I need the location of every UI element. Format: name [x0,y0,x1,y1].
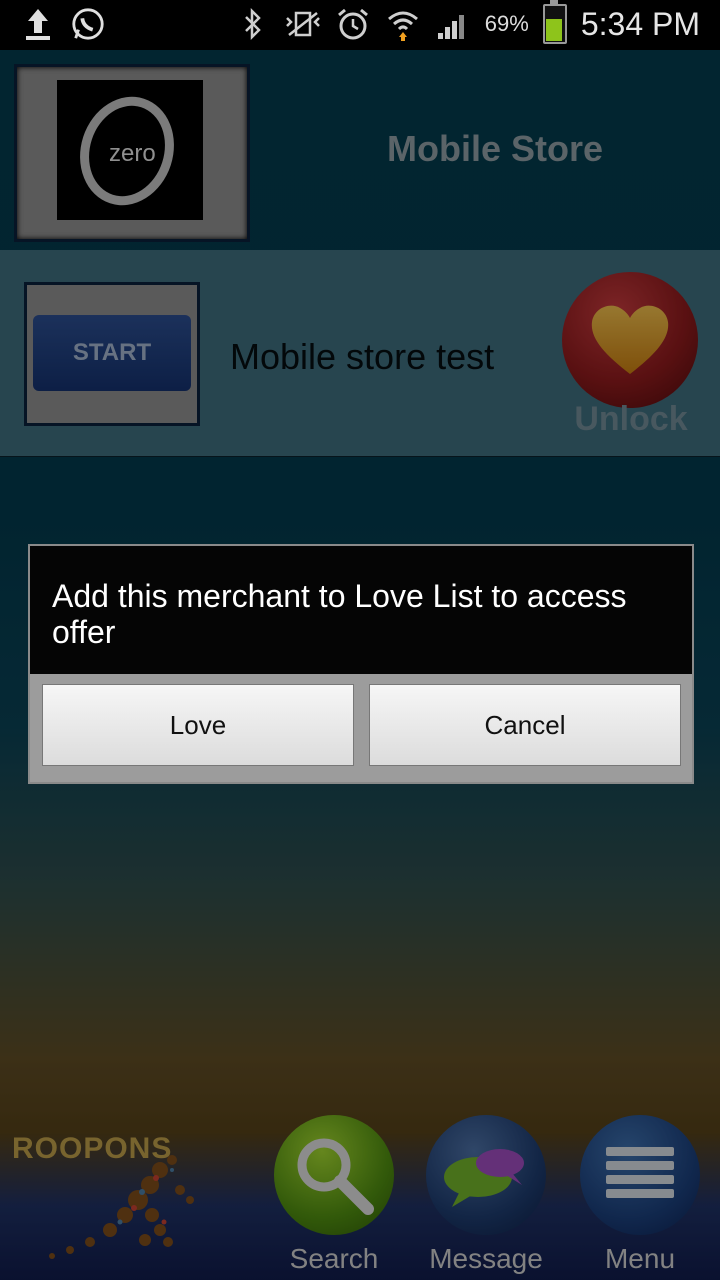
alarm-icon [335,6,371,42]
merchant-logo[interactable]: zero [14,64,250,242]
menu-lines-icon [606,1147,674,1198]
menu-ball [580,1115,700,1235]
message-label[interactable]: Message [406,1243,566,1275]
menu-label[interactable]: Menu [560,1243,720,1275]
message-ball [426,1115,546,1235]
status-bar: 69% 5:34 PM [0,0,720,50]
clock: 5:34 PM [580,5,700,42]
search-label[interactable]: Search [254,1243,414,1275]
search-nav-button[interactable]: Search [274,1115,394,1275]
magnifier-icon [297,1138,374,1215]
love-list-dialog: Add this merchant to Love List to access… [28,544,694,784]
whatsapp-icon [70,6,106,42]
upload-icon [20,6,56,42]
offer-title: Mobile store test [230,336,495,377]
dialog-button-bar: Love Cancel [30,674,692,782]
battery-icon [542,0,567,44]
dialog-message: Add this merchant to Love List to access… [52,578,627,650]
heart-icon [591,305,669,374]
message-nav-button[interactable]: Message [426,1115,546,1275]
bottom-nav: ROOPONS Search Message Menu [0,1110,720,1280]
logo-text: zero [107,140,158,168]
store-title: Mobile Store [386,128,604,169]
battery-fill [545,19,562,41]
start-button[interactable]: START [33,315,191,391]
merchant-header: zero Mobile Store [0,50,720,250]
bluetooth-icon [235,6,271,42]
cancel-button[interactable]: Cancel [369,684,681,766]
logo-image: zero [57,80,203,220]
unlock-label[interactable]: Unlock [566,400,696,439]
signal-icon [435,6,471,42]
speech-bubbles-icon [444,1149,524,1207]
love-button[interactable]: Love [42,684,354,766]
menu-nav-button[interactable]: Menu [580,1115,700,1275]
search-ball [274,1115,394,1235]
start-frame: START [24,282,200,426]
dialog-message-area: Add this merchant to Love List to access… [30,546,692,674]
app-screen: zero Mobile Store START Mobile store tes… [0,50,720,1280]
battery-percent: 69% [484,11,529,36]
offer-row[interactable]: START Mobile store test Unlock [0,250,720,457]
vibrate-icon [285,6,321,42]
brand-logo: ROOPONS [12,1132,173,1165]
wifi-icon [385,6,421,42]
unlock-button[interactable] [562,272,698,408]
